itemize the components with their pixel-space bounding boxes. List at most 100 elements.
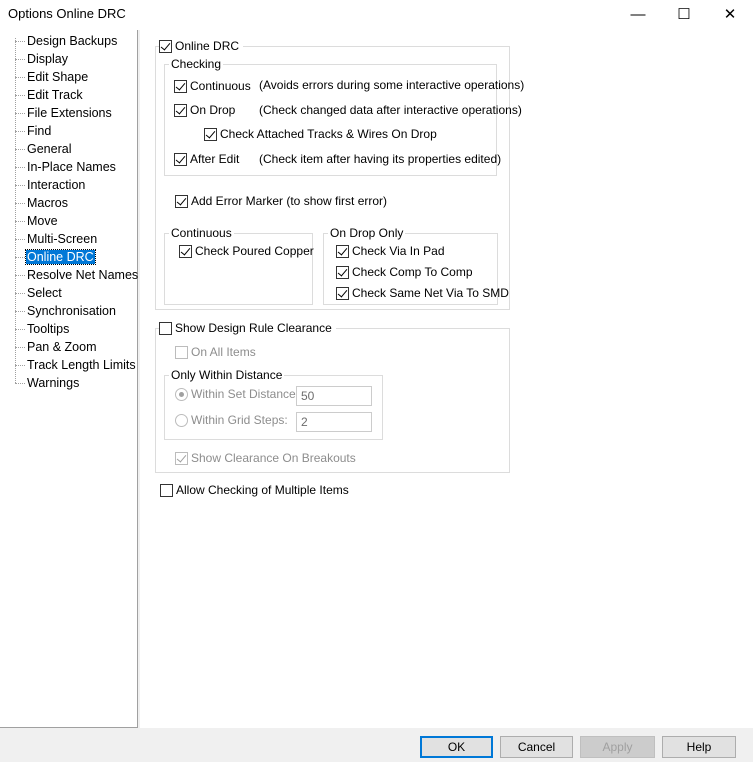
tree-item-label: Design Backups <box>27 34 118 48</box>
grid-steps-radio[interactable]: Within Grid Steps: <box>175 413 288 427</box>
clearance-box[interactable] <box>159 321 172 335</box>
same-net-via-box[interactable] <box>336 286 349 300</box>
tree-item-resolve-net-names[interactable]: Resolve Net Names <box>15 266 139 284</box>
error-marker-box[interactable] <box>175 194 188 208</box>
tree-item-online-drc[interactable]: Online DRC <box>15 248 96 266</box>
tree-connector <box>15 382 25 384</box>
tree-connector <box>15 166 25 168</box>
tree-item-track-length-limits[interactable]: Track Length Limits <box>15 356 137 374</box>
tree-item-label: General <box>27 142 72 156</box>
online-drc-checkbox[interactable]: Online DRC <box>159 39 244 53</box>
tree-item-tooltips[interactable]: Tooltips <box>15 320 70 338</box>
ok-button[interactable]: OK <box>420 736 493 758</box>
after-edit-note: (Check item after having its properties … <box>259 152 502 166</box>
maximize-icon[interactable]: ☐ <box>661 0 707 28</box>
after-edit-box[interactable] <box>174 152 187 166</box>
tree-item-multi-screen[interactable]: Multi-Screen <box>15 230 98 248</box>
tree-connector <box>15 238 25 240</box>
error-marker-checkbox[interactable]: Add Error Marker (to show first error) <box>175 194 387 208</box>
continuous-label: Continuous <box>190 79 251 93</box>
tree-item-edit-track[interactable]: Edit Track <box>15 86 84 104</box>
tree-connector <box>15 364 25 366</box>
tree-item-label: Edit Shape <box>27 70 89 84</box>
comp-to-comp-box[interactable] <box>336 265 349 279</box>
tree-item-label: Warnings <box>27 376 80 390</box>
tree-item-warnings[interactable]: Warnings <box>15 374 80 392</box>
minimize-icon[interactable]: — <box>615 0 661 28</box>
close-icon[interactable]: ✕ <box>707 0 753 28</box>
tree-connector <box>15 328 25 330</box>
tree-connector <box>15 148 25 150</box>
tree-item-label: Edit Track <box>27 88 83 102</box>
tree-item-select[interactable]: Select <box>15 284 63 302</box>
options-panel: Online DRC Checking Continuous (Avoids e… <box>140 30 753 728</box>
options-tree[interactable]: Design Backups Display Edit Shape Edit Trac… <box>0 30 138 728</box>
tree-item-label: Track Length Limits <box>27 358 136 372</box>
tree-item-in-place-names[interactable]: In-Place Names <box>15 158 117 176</box>
poured-copper-checkbox[interactable]: Check Poured Copper <box>179 244 314 258</box>
tree-item-pan-zoom[interactable]: Pan & Zoom <box>15 338 97 356</box>
error-marker-label: Add Error Marker (to show first error) <box>191 194 388 208</box>
after-edit-checkbox[interactable]: After Edit <box>174 152 239 166</box>
cancel-button[interactable]: Cancel <box>500 736 573 758</box>
attached-tracks-checkbox[interactable]: Check Attached Tracks & Wires On Drop <box>204 127 437 141</box>
tree-item-edit-shape[interactable]: Edit Shape <box>15 68 89 86</box>
tree-item-display[interactable]: Display <box>15 50 69 68</box>
clearance-checkbox[interactable]: Show Design Rule Clearance <box>159 321 336 335</box>
set-distance-input[interactable]: 50 <box>296 386 372 406</box>
tree-connector <box>15 292 25 294</box>
tree-item-macros[interactable]: Macros <box>15 194 69 212</box>
tree-connector <box>15 256 25 258</box>
tree-item-label: Move <box>27 214 58 228</box>
comp-to-comp-checkbox[interactable]: Check Comp To Comp <box>336 265 473 279</box>
online-drc-box[interactable] <box>159 39 172 53</box>
tree-item-find[interactable]: Find <box>15 122 52 140</box>
tree-item-move[interactable]: Move <box>15 212 59 230</box>
tree-connector <box>15 130 25 132</box>
attached-tracks-box[interactable] <box>204 127 217 141</box>
on-drop-checkbox[interactable]: On Drop <box>174 103 235 117</box>
tree-item-synchronisation[interactable]: Synchronisation <box>15 302 117 320</box>
on-all-items-label: On All Items <box>191 345 256 359</box>
apply-button[interactable]: Apply <box>580 736 655 758</box>
set-distance-radio-dot[interactable] <box>175 387 188 401</box>
grid-steps-input[interactable]: 2 <box>296 412 372 432</box>
tree-item-design-backups[interactable]: Design Backups <box>15 32 118 50</box>
multiple-items-box[interactable] <box>160 483 173 497</box>
tree-item-file-extensions[interactable]: File Extensions <box>15 104 113 122</box>
tree-connector <box>15 184 25 186</box>
tree-item-label: File Extensions <box>27 106 112 120</box>
tree-connector <box>15 112 25 114</box>
tree-connector <box>15 220 25 222</box>
via-in-pad-label: Check Via In Pad <box>352 244 445 258</box>
tree-item-label: In-Place Names <box>27 160 116 174</box>
continuous-box[interactable] <box>174 79 187 93</box>
tree-connector <box>15 40 25 42</box>
comp-to-comp-label: Check Comp To Comp <box>352 265 473 279</box>
on-all-items-box[interactable] <box>175 345 188 359</box>
help-button[interactable]: Help <box>662 736 736 758</box>
tree-item-label: Macros <box>27 196 68 210</box>
multiple-items-checkbox[interactable]: Allow Checking of Multiple Items <box>160 483 349 497</box>
tree-item-interaction[interactable]: Interaction <box>15 176 86 194</box>
window-title: Options Online DRC <box>8 6 126 21</box>
via-in-pad-box[interactable] <box>336 244 349 258</box>
breakouts-checkbox[interactable]: Show Clearance On Breakouts <box>175 451 356 465</box>
multiple-items-label: Allow Checking of Multiple Items <box>176 483 349 497</box>
via-in-pad-checkbox[interactable]: Check Via In Pad <box>336 244 445 258</box>
continuous-checkbox[interactable]: Continuous <box>174 79 251 93</box>
poured-copper-label: Check Poured Copper <box>195 244 314 258</box>
clearance-label: Show Design Rule Clearance <box>175 321 332 335</box>
poured-copper-box[interactable] <box>179 244 192 258</box>
tree-item-general[interactable]: General <box>15 140 72 158</box>
set-distance-radio[interactable]: Within Set Distance: <box>175 387 299 401</box>
grid-steps-radio-dot[interactable] <box>175 413 188 427</box>
same-net-via-checkbox[interactable]: Check Same Net Via To SMD <box>336 286 509 300</box>
tree-connector <box>15 94 25 96</box>
tree-item-label: Display <box>27 52 68 66</box>
breakouts-box[interactable] <box>175 451 188 465</box>
on-all-items-checkbox[interactable]: On All Items <box>175 345 256 359</box>
on-drop-box[interactable] <box>174 103 187 117</box>
continuous-note: (Avoids errors during some interactive o… <box>259 78 525 92</box>
tree-item-label: Find <box>27 124 52 138</box>
